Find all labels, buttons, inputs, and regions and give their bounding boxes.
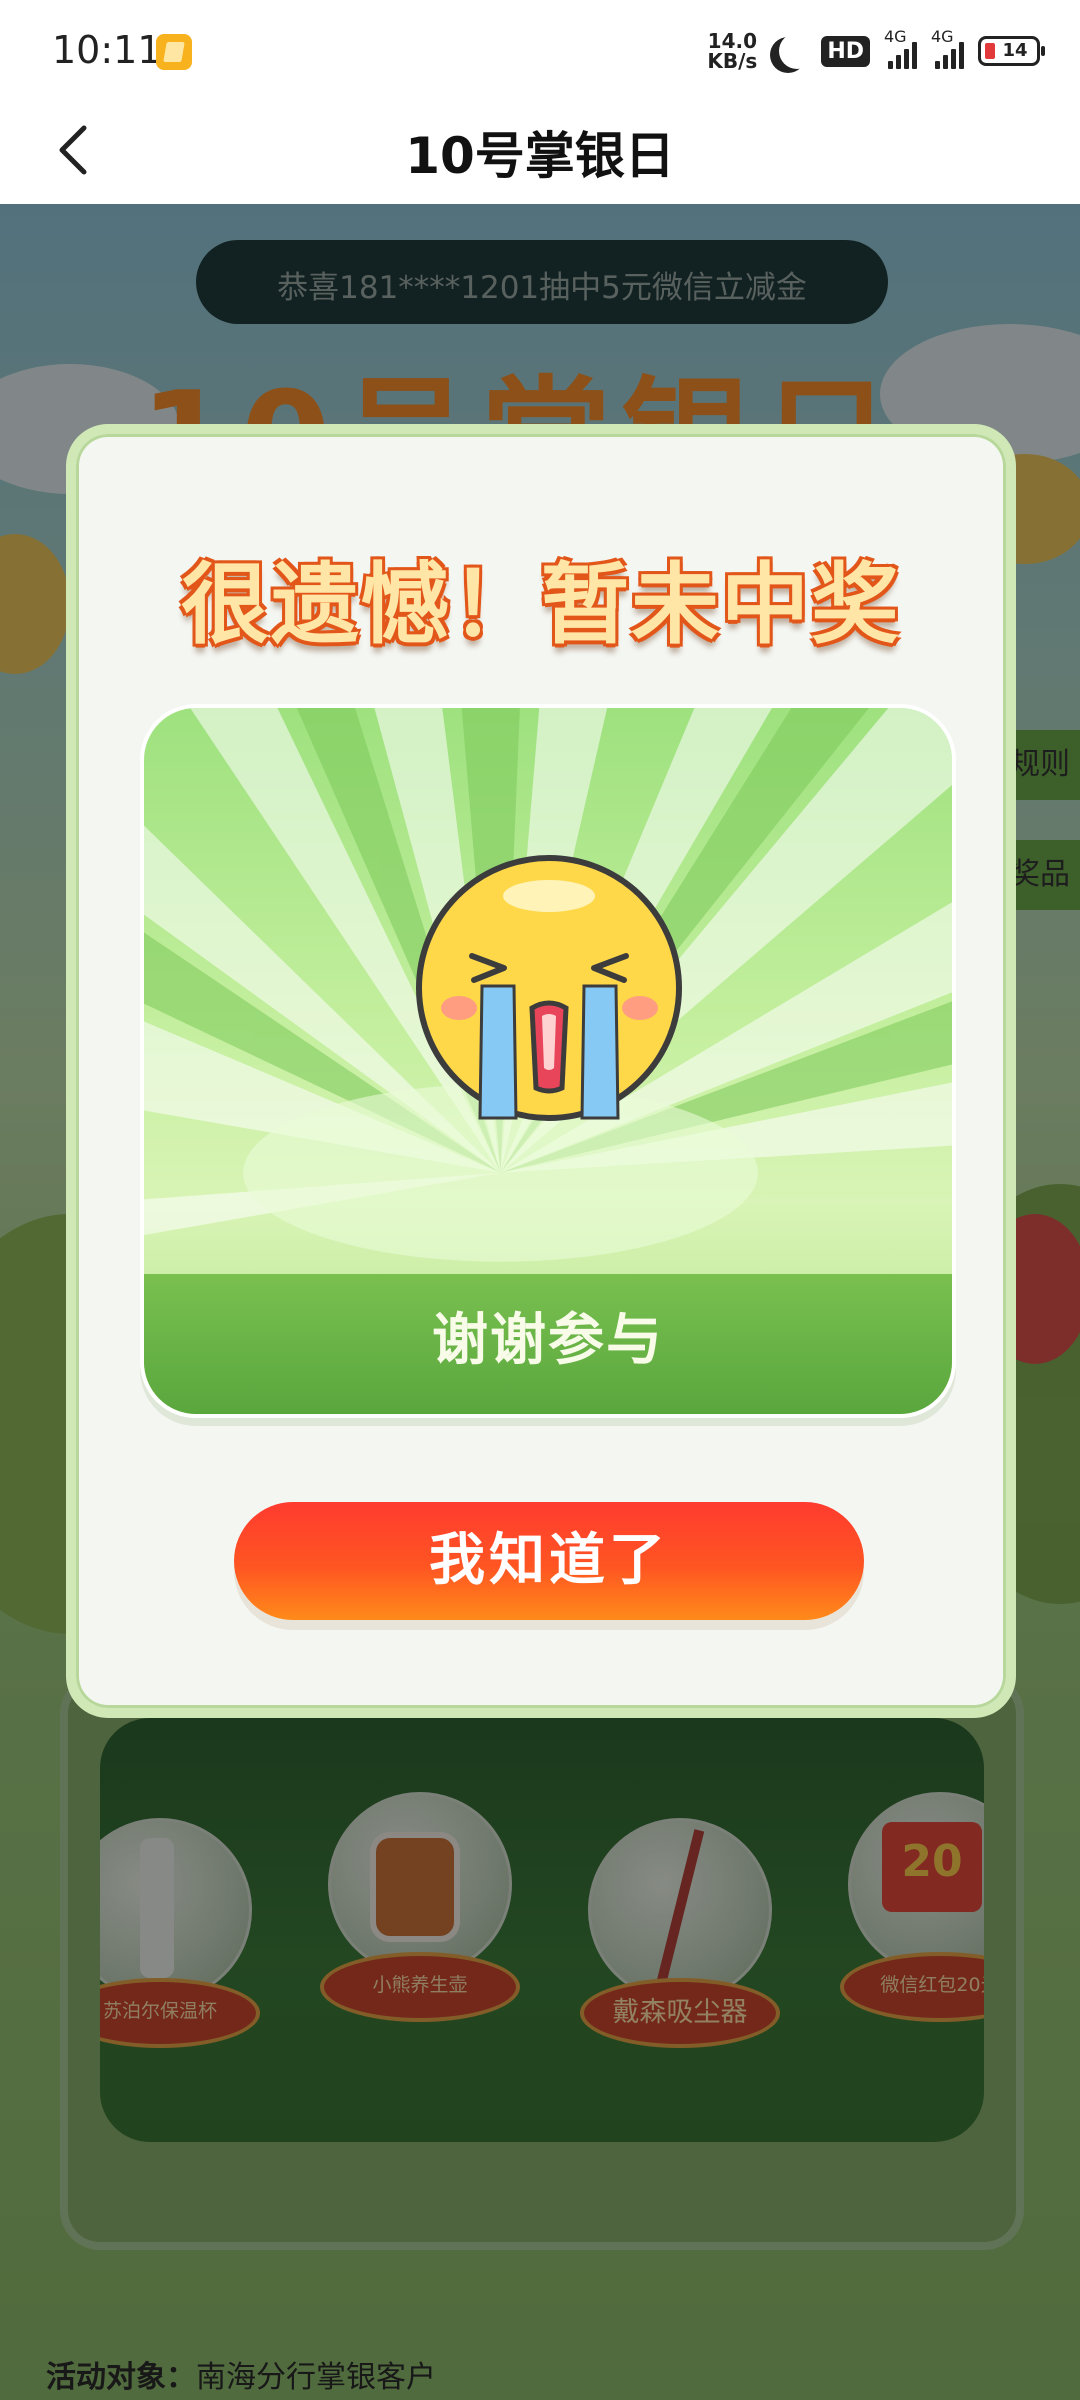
notification-app-icon: [156, 34, 192, 70]
status-time: 10:11: [52, 28, 162, 72]
status-icons: 14.0 KB/s HD 4G 4G 14: [707, 26, 1045, 76]
network-speed-value: 14.0: [707, 29, 758, 53]
hd-icon: HD: [821, 35, 870, 67]
crying-face-icon: [416, 855, 682, 1121]
dialog-title: 很遗憾！暂未中奖: [180, 553, 901, 656]
moon-icon: [779, 33, 815, 69]
result-card: 谢谢参与: [140, 704, 956, 1418]
signal-icon: 4G: [884, 27, 917, 69]
signal-label: 4G: [931, 27, 954, 46]
battery-level: 14: [1002, 40, 1028, 61]
network-speed-unit: KB/s: [707, 49, 758, 73]
got-it-button[interactable]: 我知道了: [234, 1502, 864, 1620]
nav-bar: 10号掌银日: [0, 96, 1080, 204]
signal-icon: 4G: [931, 27, 964, 69]
network-speed: 14.0 KB/s: [707, 31, 757, 71]
hd-label: HD: [827, 38, 864, 64]
card-text: 谢谢参与: [432, 1308, 664, 1373]
page-title: 10号掌银日: [405, 127, 675, 185]
signal-label: 4G: [884, 27, 907, 46]
status-bar: 10:11 14.0 KB/s HD 4G 4G 14: [0, 0, 1080, 96]
result-dialog: 很遗憾！暂未中奖 谢谢参与 我知道了: [66, 424, 1016, 1718]
battery-icon: 14: [978, 36, 1045, 66]
